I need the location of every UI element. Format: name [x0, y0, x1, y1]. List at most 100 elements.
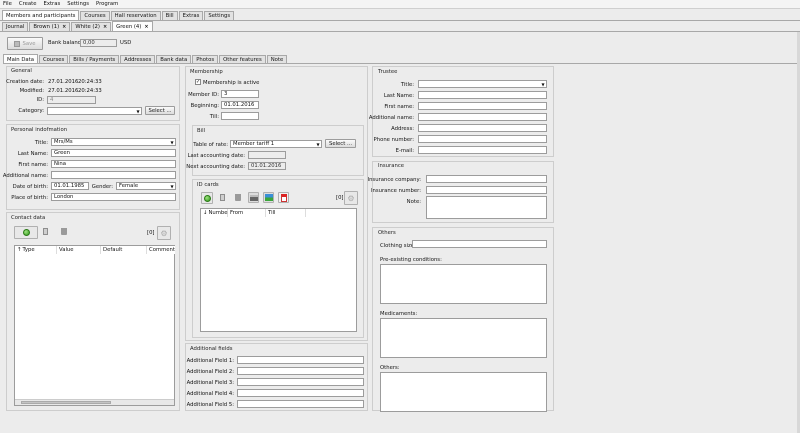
tab-brown[interactable]: Brown (1) ×: [29, 22, 71, 31]
col-value[interactable]: Value: [57, 246, 101, 254]
trustee-last-name-label: Last Name:: [383, 93, 414, 99]
insurance-number-field[interactable]: [426, 186, 547, 194]
gender-label: Gender:: [91, 184, 113, 190]
menu-create[interactable]: Create: [19, 1, 37, 7]
trustee-last-name-field[interactable]: [418, 91, 547, 99]
menu-file[interactable]: File: [3, 1, 12, 7]
modified-date: 27.01.2016: [48, 88, 79, 94]
trustee-title: Trustee: [378, 69, 398, 75]
last-name-field[interactable]: Green: [51, 149, 176, 157]
till-field[interactable]: [221, 112, 259, 120]
membership-active-checkbox[interactable]: ✓: [195, 79, 201, 85]
scrollbar-thumb[interactable]: [21, 401, 111, 404]
col-comment[interactable]: Comment: [147, 246, 175, 254]
menu-extras[interactable]: Extras: [43, 1, 60, 7]
rate-select-button[interactable]: Select ...: [325, 139, 356, 148]
trash-icon: [234, 194, 241, 201]
additional-name-field[interactable]: [51, 171, 176, 179]
col-from[interactable]: From: [228, 209, 266, 217]
print-idcard-button[interactable]: [248, 192, 259, 203]
additional-field-2[interactable]: [237, 367, 364, 375]
menu-program[interactable]: Program: [96, 1, 118, 7]
col-number[interactable]: ↓ Number: [201, 209, 230, 217]
add-contact-button[interactable]: [14, 226, 38, 239]
trustee-additional-name-label: Additional name:: [368, 115, 414, 121]
additional-field-5[interactable]: [237, 400, 364, 408]
close-icon[interactable]: ×: [144, 24, 148, 30]
col-default[interactable]: Default: [101, 246, 147, 254]
member-id-field[interactable]: 3: [221, 90, 259, 98]
tab-white[interactable]: White (2) ×: [71, 22, 112, 31]
save-button[interactable]: Save: [7, 37, 43, 50]
tab-bill[interactable]: Bill: [161, 11, 178, 20]
pdf-icon: [280, 193, 287, 202]
trustee-phone-field[interactable]: [418, 135, 547, 143]
insurance-title: Insurance: [378, 163, 404, 169]
title-select[interactable]: Mrs/Ms ▼: [51, 138, 176, 146]
additional-field-1[interactable]: [237, 356, 364, 364]
preexisting-field[interactable]: [380, 264, 547, 304]
divider: [3, 63, 797, 64]
chevron-down-icon: ▼: [170, 183, 174, 189]
modified-time: 20:24:33: [78, 88, 102, 94]
member-id-label: Member ID:: [188, 92, 219, 98]
menu-bar: File Create Extras Settings Program: [0, 0, 800, 9]
tab-settings[interactable]: Settings: [204, 11, 235, 20]
last-name-label: Last Name:: [17, 151, 48, 157]
edit-contact-button[interactable]: [40, 226, 51, 237]
dob-label: Date of birth:: [12, 184, 48, 190]
col-type[interactable]: ↑ Type: [15, 246, 57, 254]
others-title: Others: [378, 230, 396, 236]
additional-field-4[interactable]: [237, 389, 364, 397]
insurance-note-field[interactable]: [426, 196, 547, 219]
rate-select[interactable]: Member tariff 1 ▼: [230, 140, 322, 148]
first-name-field[interactable]: Nina: [51, 160, 176, 168]
category-select[interactable]: ▼: [47, 107, 142, 115]
rate-label: Table of rate:: [193, 142, 228, 148]
delete-contact-button[interactable]: [58, 226, 69, 237]
col-till[interactable]: Till: [266, 209, 306, 217]
idcard-settings-button[interactable]: ⚙: [344, 191, 358, 205]
additional-field-3[interactable]: [237, 378, 364, 386]
idcard-pdf-button[interactable]: [278, 192, 289, 203]
trustee-first-name-field[interactable]: [418, 102, 547, 110]
tab-label: Main Data: [7, 56, 34, 63]
trustee-email-label: E-mail:: [395, 148, 414, 154]
tab-journal[interactable]: Journal: [2, 22, 29, 31]
others-field[interactable]: [380, 372, 547, 412]
col-label: Number: [208, 210, 230, 216]
trustee-title-select[interactable]: ▼: [418, 80, 547, 88]
contact-title: Contact data: [11, 215, 46, 221]
tab-label: Bill: [165, 13, 174, 19]
beginning-field[interactable]: 01.01.2016: [221, 101, 259, 109]
close-icon[interactable]: ×: [103, 24, 107, 30]
close-icon[interactable]: ×: [62, 24, 66, 30]
menu-settings[interactable]: Settings: [67, 1, 89, 7]
gear-icon: ⚙: [160, 228, 168, 238]
tab-courses[interactable]: Courses: [80, 11, 110, 20]
insurance-company-field[interactable]: [426, 175, 547, 183]
delete-idcard-button[interactable]: [232, 192, 243, 203]
trustee-address-field[interactable]: [418, 124, 547, 132]
tab-members[interactable]: Members and participants: [2, 10, 80, 20]
tab-label: Brown (1): [33, 24, 60, 30]
horizontal-scrollbar[interactable]: [15, 399, 174, 405]
edit-idcard-button[interactable]: [217, 192, 228, 203]
clothing-size-field[interactable]: [412, 240, 547, 248]
category-select-button[interactable]: Select ...: [145, 106, 175, 115]
pob-field[interactable]: London: [51, 193, 176, 201]
contact-settings-button[interactable]: ⚙: [157, 226, 171, 240]
dob-field[interactable]: 01.01.1985: [51, 182, 89, 190]
pob-label: Place of birth:: [11, 195, 48, 201]
tab-hall-reservation[interactable]: Hall reservation: [110, 11, 161, 20]
tab-green[interactable]: Green (4) ×: [112, 21, 153, 31]
idcard-image-button[interactable]: [263, 192, 274, 203]
gender-select[interactable]: Female ▼: [116, 182, 176, 190]
trustee-additional-name-field[interactable]: [418, 113, 547, 121]
add-idcard-button[interactable]: [201, 192, 213, 204]
tab-extras[interactable]: Extras: [178, 11, 204, 20]
medicaments-field[interactable]: [380, 318, 547, 358]
contact-table[interactable]: ↑ Type Value Default Comment: [14, 245, 175, 406]
idcard-table[interactable]: ↓ Number From Till: [200, 208, 357, 332]
trustee-email-field[interactable]: [418, 146, 547, 154]
